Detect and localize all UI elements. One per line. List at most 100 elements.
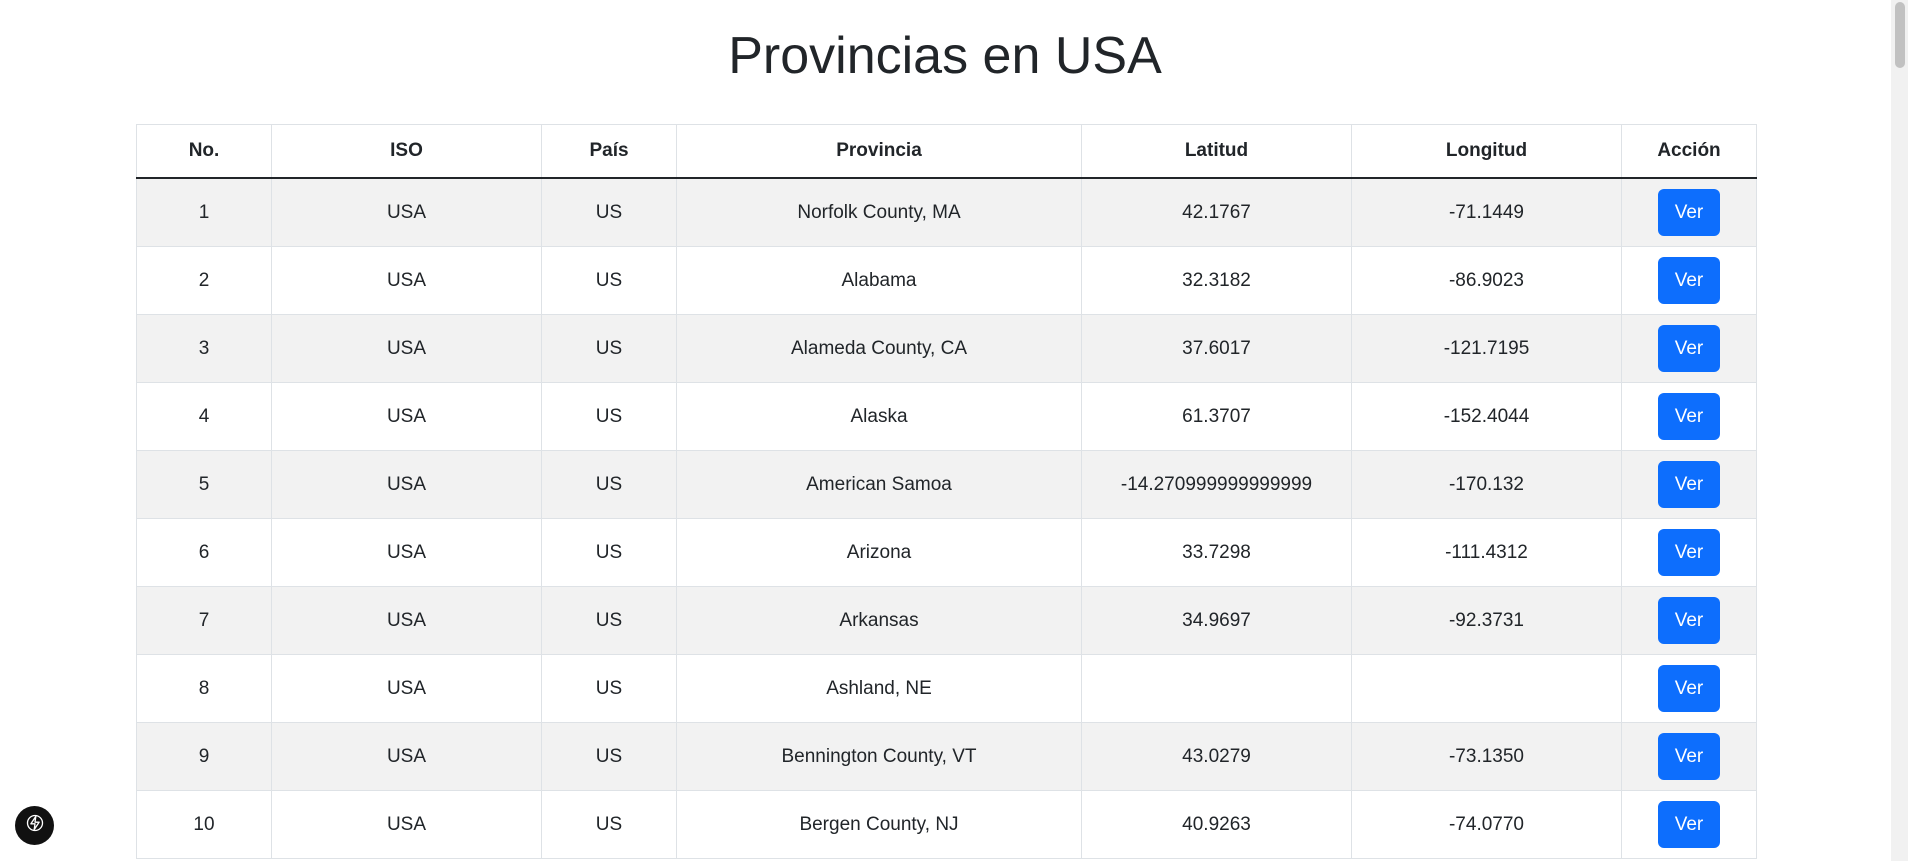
cell-accion: Ver [1621,790,1757,859]
cell-pais: US [541,450,677,519]
lightning-bolt-icon [25,813,45,838]
cell-pais: US [541,314,677,383]
cell-longitud: -152.4044 [1351,382,1622,451]
cell-accion: Ver [1621,518,1757,587]
table-row: 2 USA US Alabama 32.3182 -86.9023 Ver [136,246,1757,315]
ver-button[interactable]: Ver [1658,665,1720,712]
cell-iso: USA [271,450,542,519]
cell-longitud: -71.1449 [1351,177,1622,247]
cell-provincia: Arkansas [676,586,1082,655]
ver-button[interactable]: Ver [1658,597,1720,644]
cell-no: 9 [136,722,272,791]
cell-provincia: Norfolk County, MA [676,177,1082,247]
cell-pais: US [541,654,677,723]
header-accion: Acción [1621,124,1757,179]
cell-accion: Ver [1621,246,1757,315]
cell-no: 7 [136,586,272,655]
cell-longitud: -92.3731 [1351,586,1622,655]
cell-iso: USA [271,790,542,859]
table-row: 5 USA US American Samoa -14.270999999999999-… [136,450,1757,519]
cell-iso: USA [271,382,542,451]
table-row: 10 USA US Bergen County, NJ 40.9263 -74.0770 V… [136,790,1757,859]
cell-pais: US [541,790,677,859]
cell-no: 8 [136,654,272,723]
scrollbar-thumb[interactable] [1895,2,1905,68]
cell-latitud: 33.7298 [1081,518,1352,587]
cell-provincia: Bennington County, VT [676,722,1082,791]
cell-pais: US [541,382,677,451]
cell-accion: Ver [1621,177,1757,247]
cell-iso: USA [271,654,542,723]
cell-latitud: -14.270999999999999 [1081,450,1352,519]
header-provincia: Provincia [676,124,1082,179]
cell-no: 1 [136,177,272,247]
page-title: Provincias en USA [728,27,1162,85]
table-row: 3 USA US Alameda County, CA 37.6017 -121.7195… [136,314,1757,383]
cell-latitud: 61.3707 [1081,382,1352,451]
cell-no: 6 [136,518,272,587]
cell-longitud [1351,654,1622,723]
provinces-table: No. ISO País Provincia Latitud Longitud … [136,124,1757,859]
cell-pais: US [541,722,677,791]
cell-latitud: 32.3182 [1081,246,1352,315]
cell-latitud: 37.6017 [1081,314,1352,383]
table-row: 9 USA US Bennington County, VT 43.0279 -73.13… [136,722,1757,791]
ver-button[interactable]: Ver [1658,801,1720,848]
table-row: 4 USA US Alaska 61.3707 -152.4044 Ver [136,382,1757,451]
ver-button[interactable]: Ver [1658,733,1720,780]
vertical-scrollbar[interactable] [1891,0,1908,861]
cell-no: 5 [136,450,272,519]
table-row: 1 USA US Norfolk County, MA 42.1767 -71.1449 V… [136,177,1757,247]
table-body: 1 USA US Norfolk County, MA 42.1767 -71.1449 V… [136,177,1757,859]
ver-button[interactable]: Ver [1658,529,1720,576]
cell-latitud: 43.0279 [1081,722,1352,791]
cell-accion: Ver [1621,450,1757,519]
cell-longitud: -73.1350 [1351,722,1622,791]
cell-iso: USA [271,586,542,655]
cell-accion: Ver [1621,314,1757,383]
cell-no: 10 [136,790,272,859]
lightning-bolt-button[interactable] [15,806,54,845]
cell-longitud: -170.132 [1351,450,1622,519]
header-iso: ISO [271,124,542,179]
cell-provincia: Arizona [676,518,1082,587]
cell-provincia: Alabama [676,246,1082,315]
table-row: 6 USA US Arizona 33.7298 -111.4312 Ver [136,518,1757,587]
cell-iso: USA [271,314,542,383]
cell-no: 3 [136,314,272,383]
cell-accion: Ver [1621,654,1757,723]
cell-iso: USA [271,722,542,791]
cell-no: 2 [136,246,272,315]
cell-iso: USA [271,177,542,247]
ver-button[interactable]: Ver [1658,325,1720,372]
cell-iso: USA [271,518,542,587]
cell-iso: USA [271,246,542,315]
cell-provincia: Bergen County, NJ [676,790,1082,859]
table-row: 8 USA US Ashland, NE Ver [136,654,1757,723]
cell-provincia: Ashland, NE [676,654,1082,723]
cell-pais: US [541,586,677,655]
cell-pais: US [541,518,677,587]
cell-longitud: -86.9023 [1351,246,1622,315]
header-no: No. [136,124,272,179]
cell-longitud: -121.7195 [1351,314,1622,383]
ver-button[interactable]: Ver [1658,189,1720,236]
ver-button[interactable]: Ver [1658,257,1720,304]
ver-button[interactable]: Ver [1658,461,1720,508]
cell-latitud: 40.9263 [1081,790,1352,859]
cell-accion: Ver [1621,586,1757,655]
header-pais: País [541,124,677,179]
page: Provincias en USA No. ISO País Provincia… [0,0,1908,861]
table-row: 7 USA US Arkansas 34.9697 -92.3731 Ver [136,586,1757,655]
cell-provincia: Alaska [676,382,1082,451]
cell-latitud [1081,654,1352,723]
cell-provincia: American Samoa [676,450,1082,519]
header-latitud: Latitud [1081,124,1352,179]
cell-pais: US [541,177,677,247]
cell-longitud: -111.4312 [1351,518,1622,587]
header-row: No. ISO País Provincia Latitud Longitud … [136,124,1757,179]
cell-provincia: Alameda County, CA [676,314,1082,383]
ver-button[interactable]: Ver [1658,393,1720,440]
cell-pais: US [541,246,677,315]
cell-accion: Ver [1621,722,1757,791]
